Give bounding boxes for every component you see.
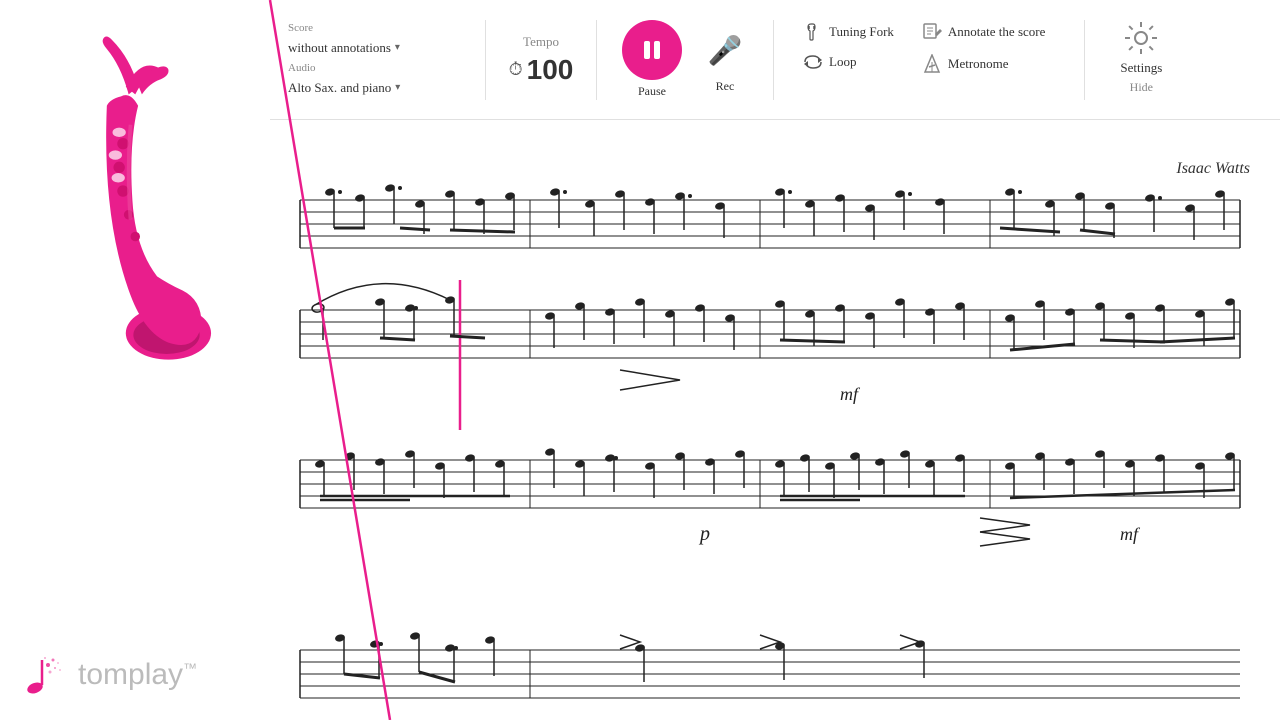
score-area: Isaac Watts: [270, 120, 1280, 720]
tempo-label: Tempo: [523, 34, 559, 50]
score-audio-section: Score without annotations ▾ Audio Alto S…: [280, 20, 460, 100]
metronome-icon: [922, 54, 942, 74]
logo-word: tomplay: [78, 658, 183, 691]
score-label-text: Score: [288, 22, 313, 34]
loop-button[interactable]: Loop: [799, 52, 898, 72]
divider-2: [596, 20, 597, 100]
dynamic-mf-1: mf: [840, 384, 861, 404]
logo-text: tomplay™: [78, 658, 197, 692]
staff-system-2: mf: [300, 280, 1240, 430]
dynamic-p: p: [698, 523, 710, 545]
instrument-label: Alto Sax. and piano: [288, 80, 391, 96]
loop-icon: [803, 54, 823, 70]
staff-system-3: p mf: [300, 447, 1240, 546]
instrument-dropdown[interactable]: Alto Sax. and piano ▾: [280, 76, 460, 100]
annotations-arrow-icon: ▾: [395, 42, 400, 53]
divider-1: [485, 20, 486, 100]
settings-icon[interactable]: [1123, 20, 1159, 56]
saxophone-image: [50, 30, 230, 390]
tempo-section: Tempo ⏱ 100: [501, 34, 581, 86]
logo-area: tomplay™: [20, 650, 197, 700]
metronome-small-icon: ⏱: [509, 59, 523, 80]
tempo-value: 100: [527, 54, 574, 86]
divider-3: [773, 20, 774, 100]
loop-label: Loop: [829, 54, 856, 70]
annotations-label: without annotations: [288, 40, 391, 56]
pause-icon: [644, 41, 660, 59]
rec-group: 🎤 Rec: [700, 25, 750, 94]
rec-button[interactable]: 🎤: [700, 25, 750, 75]
pause-group: Pause: [612, 20, 692, 99]
pause-label: Pause: [638, 84, 666, 99]
sheet-music: mf: [280, 180, 1260, 720]
score-section-label: Score: [280, 20, 460, 36]
tuning-fork-button[interactable]: Tuning Fork: [799, 20, 898, 44]
audio-label-text: Audio: [288, 62, 316, 74]
annotate-icon: [922, 22, 942, 42]
staff-system-4: [300, 631, 1240, 698]
tuning-fork-label: Tuning Fork: [829, 24, 894, 40]
settings-label: Settings: [1120, 60, 1162, 76]
left-panel: tomplay™: [0, 0, 270, 720]
metronome-button[interactable]: Metronome: [918, 52, 1049, 76]
annotate-button[interactable]: Annotate the score: [918, 20, 1049, 44]
dynamic-mf-2: mf: [1120, 524, 1141, 544]
main-content: Score without annotations ▾ Audio Alto S…: [270, 0, 1280, 720]
composer-name: Isaac Watts: [1176, 160, 1250, 178]
rec-label: Rec: [716, 79, 735, 94]
tool-row-left: Tuning Fork Loop: [799, 20, 898, 72]
hide-label[interactable]: Hide: [1130, 80, 1153, 95]
logo-tm: ™: [183, 660, 197, 676]
tools-section: Tuning Fork Loop: [799, 20, 1162, 100]
annotations-dropdown[interactable]: without annotations ▾: [280, 36, 460, 60]
toolbar: Score without annotations ▾ Audio Alto S…: [270, 0, 1280, 120]
logo-note-icon: [20, 650, 70, 700]
tool-row-right: Annotate the score Metronome: [918, 20, 1049, 76]
pause-bar-right: [654, 41, 660, 59]
annotate-label: Annotate the score: [948, 24, 1045, 40]
mic-icon: 🎤: [708, 34, 743, 67]
instrument-arrow-icon: ▾: [395, 82, 400, 93]
audio-section-label: Audio: [280, 60, 460, 76]
divider-4: [1084, 20, 1085, 100]
staff-system-1: [300, 183, 1240, 248]
tuning-fork-icon: [803, 22, 823, 42]
pause-bar-left: [644, 41, 650, 59]
settings-group: Settings Hide: [1120, 20, 1162, 95]
pause-button[interactable]: [622, 20, 682, 80]
metronome-label: Metronome: [948, 56, 1009, 72]
